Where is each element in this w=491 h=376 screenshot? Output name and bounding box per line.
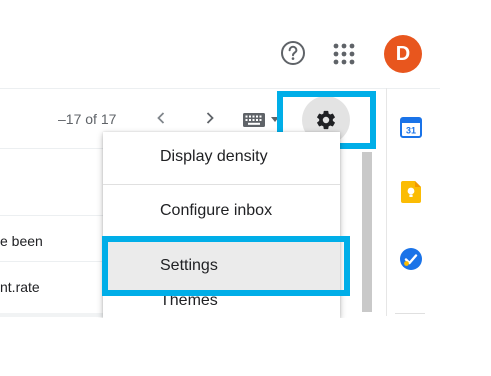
list-row-divider [0,313,104,317]
menu-item-display-density[interactable]: Display density [103,148,340,166]
help-icon[interactable] [280,40,306,66]
keep-icon[interactable] [401,181,421,203]
apps-grid-icon[interactable] [333,43,355,65]
email-snippet[interactable]: e been [0,233,43,249]
chevron-right-icon[interactable] [200,108,220,128]
side-panel-divider [395,313,425,314]
keyboard-icon[interactable] [243,113,265,127]
list-row-divider [0,215,104,216]
list-row-divider [0,148,104,149]
menu-divider [103,184,340,185]
pagination-count: –17 of 17 [58,111,117,127]
chevron-left-icon[interactable] [151,108,171,128]
scrollbar-thumb[interactable] [362,152,372,312]
calendar-day-label: 31 [406,126,416,136]
settings-item-highlight-box [102,236,350,296]
tasks-icon[interactable] [400,248,422,270]
email-snippet[interactable]: nt.rate [0,279,40,295]
calendar-icon[interactable]: 31 [400,116,422,138]
menu-item-configure-inbox[interactable]: Configure inbox [103,202,340,220]
list-row-divider [0,261,104,262]
side-panel-divider [386,88,387,316]
avatar[interactable]: D [384,35,422,73]
cropped-area [0,318,491,376]
toolbar-divider [0,88,440,89]
